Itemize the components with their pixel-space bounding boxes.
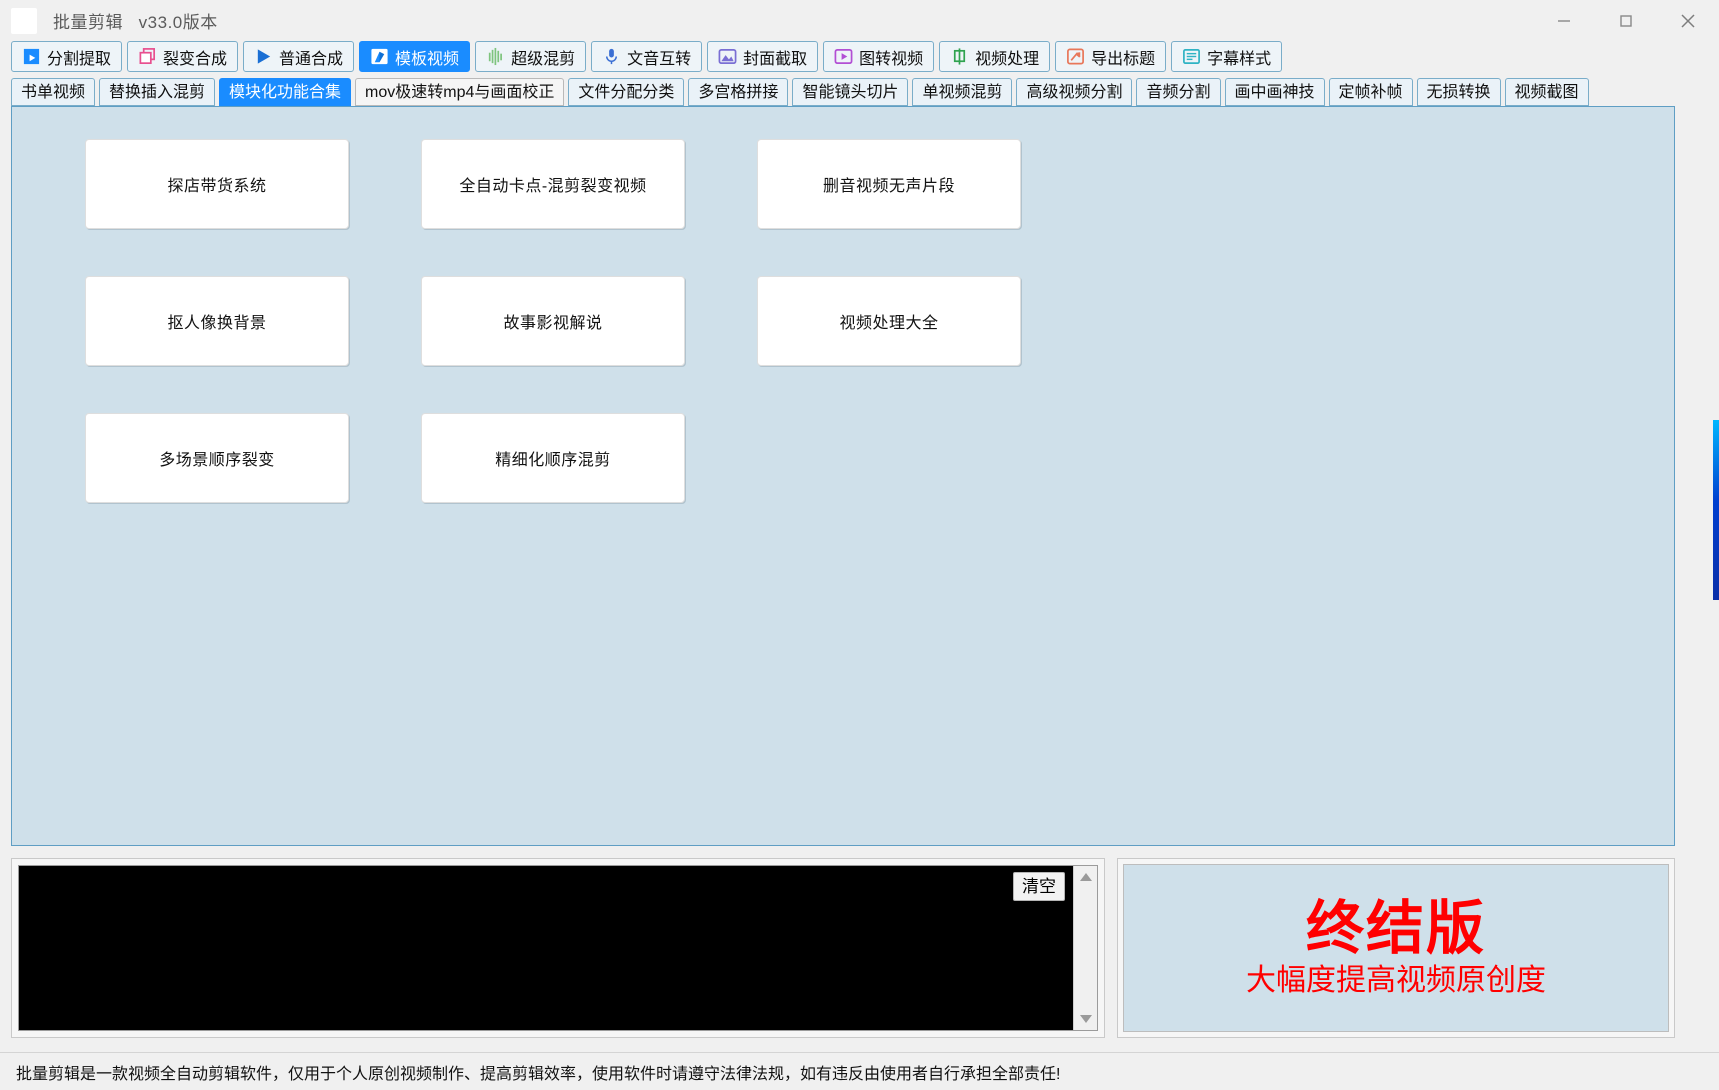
film-clapper-icon <box>22 47 41 66</box>
promo-inner: 终结版 大幅度提高视频原创度 <box>1123 864 1669 1032</box>
tab-4[interactable]: 文件分配分类 <box>568 78 685 106</box>
image-mountain-icon <box>718 47 737 66</box>
function-button-3[interactable]: 抠人像换背景 <box>85 276 349 366</box>
microphone-icon <box>602 47 621 66</box>
toolbar-button-3[interactable]: 模板视频 <box>359 41 471 72</box>
maximize-icon <box>1620 14 1632 27</box>
toolbar-button-label: 视频处理 <box>975 50 1040 68</box>
function-button-label: 抠人像换背景 <box>167 315 267 332</box>
tab-13[interactable]: 视频截图 <box>1504 78 1589 106</box>
triangle-down-icon <box>1079 1015 1092 1023</box>
toolbar-button-7[interactable]: 图转视频 <box>823 41 935 72</box>
function-button-0[interactable]: 探店带货系统 <box>85 139 349 229</box>
function-button-label: 全自动卡点-混剪裂变视频 <box>459 178 647 195</box>
minimize-button[interactable] <box>1533 0 1595 41</box>
function-button-label: 故事影视解说 <box>503 315 603 332</box>
tab-bar: 书单视频 替换插入混剪 模块化功能合集 mov极速转mp4与画面校正 文件分配分类 多宫格… <box>0 78 1719 108</box>
tab-6[interactable]: 智能镜头切片 <box>792 78 909 106</box>
template-flag-icon <box>370 47 389 66</box>
function-button-1[interactable]: 全自动卡点-混剪裂变视频 <box>421 139 685 229</box>
toolbar-button-label: 模板视频 <box>395 50 460 68</box>
subtitle-lines-icon <box>1182 47 1201 66</box>
log-scrollbar[interactable] <box>1073 866 1097 1030</box>
tab-10[interactable]: 画中画神技 <box>1224 78 1325 106</box>
tab-12[interactable]: 无损转换 <box>1416 78 1501 106</box>
promo-subtitle: 大幅度提高视频原创度 <box>1246 963 1546 997</box>
window-controls <box>1533 0 1719 41</box>
toolbar-button-0[interactable]: 分割提取 <box>11 41 123 72</box>
toolbar-button-label: 普通合成 <box>279 50 344 68</box>
tab-9[interactable]: 音频分割 <box>1136 78 1221 106</box>
function-button-7[interactable]: 精细化顺序混剪 <box>421 413 685 503</box>
tab-2[interactable]: 模块化功能合集 <box>219 78 352 106</box>
right-edge-gradient-strip <box>1713 420 1719 600</box>
close-icon <box>1681 13 1695 28</box>
tab-11[interactable]: 定帧补帧 <box>1328 78 1413 106</box>
toolbar-button-label: 裂变合成 <box>163 50 228 68</box>
tab-1[interactable]: 替换插入混剪 <box>99 78 216 106</box>
toolbar-button-label: 文音互转 <box>627 50 692 68</box>
waveform-icon <box>486 47 505 66</box>
log-output[interactable] <box>19 866 1097 1030</box>
toolbar-button-8[interactable]: 视频处理 <box>939 41 1051 72</box>
function-button-5[interactable]: 视频处理大全 <box>757 276 1021 366</box>
log-panel: 清空 <box>11 858 1105 1038</box>
toolbar-button-label: 字幕样式 <box>1207 50 1272 68</box>
main-content-panel: 探店带货系统 全自动卡点-混剪裂变视频 删音视频无声片段抠人像换背景 故事影视解说 视频… <box>11 106 1675 846</box>
function-button-4[interactable]: 故事影视解说 <box>421 276 685 366</box>
toolbar-button-label: 封面截取 <box>743 50 808 68</box>
log-inner-frame: 清空 <box>18 865 1098 1031</box>
tab-3[interactable]: mov极速转mp4与画面校正 <box>355 78 565 106</box>
toolbar-button-label: 超级混剪 <box>511 50 576 68</box>
status-bar: 批量剪辑是一款视频全自动剪辑软件，仅用于个人原创视频制作、提高剪辑效率，使用软件… <box>0 1052 1719 1090</box>
tab-7[interactable]: 单视频混剪 <box>912 78 1013 106</box>
tab-8[interactable]: 高级视频分割 <box>1016 78 1133 106</box>
triangle-up-icon <box>1079 873 1092 881</box>
app-icon <box>11 7 37 34</box>
toolbar-button-label: 导出标题 <box>1091 50 1156 68</box>
function-button-label: 删音视频无声片段 <box>822 178 955 195</box>
window-version-text: v33.0版本 <box>138 13 218 32</box>
minimize-icon <box>1558 19 1570 22</box>
toolbar-button-2[interactable]: 普通合成 <box>243 41 355 72</box>
play-triangle-icon <box>254 47 273 66</box>
tab-5[interactable]: 多宫格拼接 <box>688 78 789 106</box>
cn-char-zhong-icon <box>950 47 969 66</box>
tab-0[interactable]: 书单视频 <box>11 78 96 106</box>
function-button-2[interactable]: 删音视频无声片段 <box>757 139 1021 229</box>
toolbar-button-10[interactable]: 字幕样式 <box>1171 41 1283 72</box>
toolbar-button-1[interactable]: 裂变合成 <box>127 41 239 72</box>
scroll-down-button[interactable] <box>1079 1008 1093 1030</box>
promo-panel: 终结版 大幅度提高视频原创度 <box>1117 858 1675 1038</box>
toolbar-button-9[interactable]: 导出标题 <box>1055 41 1167 72</box>
window-title: 批量剪辑 v33.0版本 <box>53 8 218 33</box>
status-text: 批量剪辑是一款视频全自动剪辑软件，仅用于个人原创视频制作、提高剪辑效率，使用软件… <box>16 1065 1061 1083</box>
function-button-label: 多场景顺序裂变 <box>159 452 275 469</box>
function-button-label: 视频处理大全 <box>839 315 939 332</box>
toolbar-button-6[interactable]: 封面截取 <box>707 41 819 72</box>
toolbar-button-label: 分割提取 <box>47 50 112 68</box>
maximize-button[interactable] <box>1595 0 1657 41</box>
title-bar: 批量剪辑 v33.0版本 <box>0 0 1719 42</box>
function-button-label: 精细化顺序混剪 <box>495 452 611 469</box>
scroll-up-button[interactable] <box>1079 866 1093 888</box>
function-button-label: 探店带货系统 <box>167 178 267 195</box>
export-arrow-icon <box>1066 47 1085 66</box>
close-button[interactable] <box>1657 0 1719 41</box>
function-button-6[interactable]: 多场景顺序裂变 <box>85 413 349 503</box>
clear-log-button[interactable]: 清空 <box>1013 872 1065 902</box>
image-play-icon <box>834 47 853 66</box>
window-title-text: 批量剪辑 <box>53 13 123 32</box>
main-toolbar: 分割提取 裂变合成 普通合成 模板视频 超级混剪 文音互转 封面截取 图转视频 视频处理 导出标题… <box>0 41 1719 76</box>
promo-title: 终结版 <box>1305 896 1486 962</box>
toolbar-button-5[interactable]: 文音互转 <box>591 41 703 72</box>
toolbar-button-label: 图转视频 <box>859 50 924 68</box>
copy-layers-icon <box>138 47 157 66</box>
toolbar-button-4[interactable]: 超级混剪 <box>475 41 587 72</box>
